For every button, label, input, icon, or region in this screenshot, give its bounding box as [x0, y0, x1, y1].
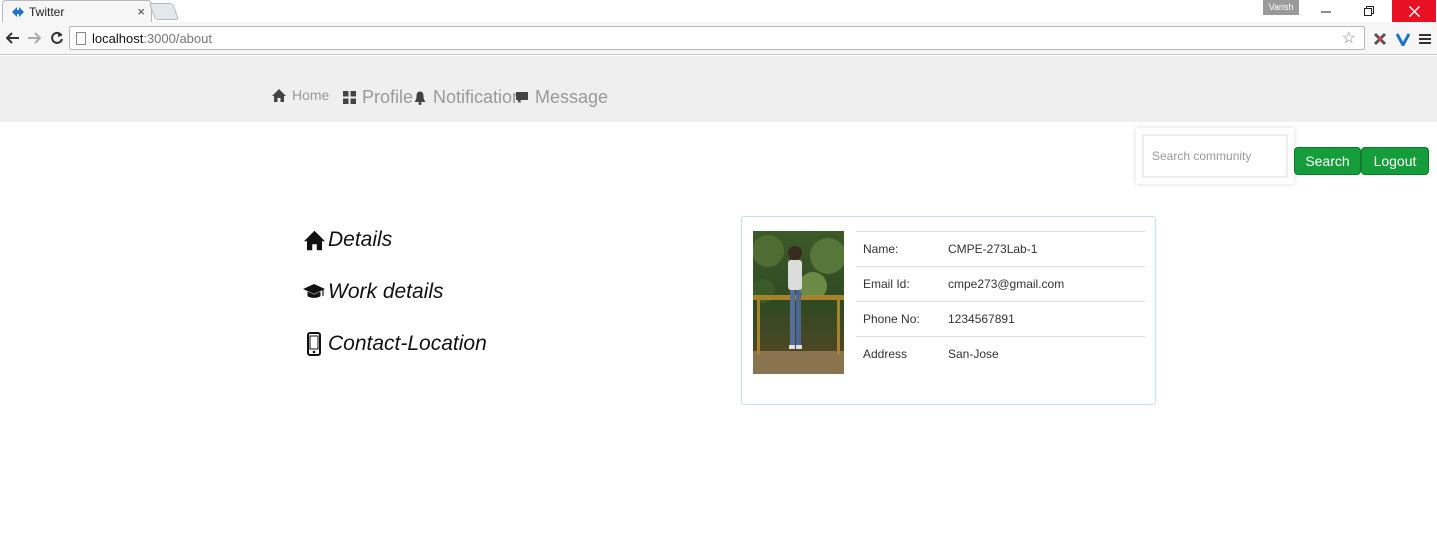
nav-profile-label: Profile — [362, 87, 414, 107]
nav-notification-label: Notification — [433, 87, 523, 107]
menu-details-label: Details — [328, 228, 393, 251]
browser-titlebar: Twitter × Varish — [0, 0, 1437, 22]
address-value: San-Jose — [948, 347, 999, 361]
nav-message-label: Message — [535, 87, 609, 107]
home-icon — [303, 228, 325, 252]
name-label: Name: — [863, 242, 899, 256]
browser-menu-icon[interactable] — [1416, 30, 1434, 48]
mobile-phone-icon — [303, 332, 325, 356]
graduation-cap-icon — [303, 280, 325, 304]
profile-info-table: Name: CMPE-273Lab-1 Email Id: cmpe273@gm… — [856, 231, 1145, 371]
page-icon — [76, 31, 86, 45]
tab-title: Twitter — [29, 4, 65, 19]
table-row: Email Id: cmpe273@gmail.com — [856, 266, 1145, 301]
nav-notification[interactable]: Notification — [412, 87, 522, 108]
menu-details[interactable]: Details — [303, 228, 392, 252]
window-close-icon[interactable] — [1392, 0, 1436, 22]
nav-message[interactable]: Message — [514, 87, 608, 108]
new-tab-button[interactable] — [148, 3, 180, 20]
comment-icon — [514, 90, 530, 106]
menu-contact-location[interactable]: Contact-Location — [303, 332, 487, 356]
profile-photo — [753, 231, 844, 374]
back-arrow-icon[interactable] — [3, 28, 23, 48]
twitter-favicon-icon — [11, 5, 25, 19]
name-value: CMPE-273Lab-1 — [948, 242, 1038, 256]
reload-icon[interactable] — [47, 28, 67, 48]
search-button[interactable]: Search — [1294, 147, 1361, 175]
nav-home-label: Home — [292, 87, 330, 103]
home-icon — [271, 87, 287, 103]
bookmark-star-icon[interactable]: ☆ — [1342, 28, 1356, 48]
v-extension-icon[interactable] — [1394, 30, 1412, 48]
search-input[interactable] — [1142, 134, 1288, 178]
phone-label: Phone No: — [863, 312, 920, 326]
menu-contact-label: Contact-Location — [328, 332, 487, 355]
restore-icon[interactable] — [1347, 0, 1391, 22]
app-navbar: Home Profile Notification Message — [0, 56, 1437, 122]
grid-icon — [341, 90, 357, 106]
menu-work-details[interactable]: Work details — [303, 280, 444, 304]
user-badge[interactable]: Varish — [1263, 0, 1299, 15]
nav-profile[interactable]: Profile — [341, 87, 413, 108]
logout-button[interactable]: Logout — [1361, 147, 1429, 175]
address-bar[interactable]: localhost:3000/about ☆ — [69, 26, 1365, 50]
url-path: :3000/about — [143, 30, 212, 46]
table-row: Name: CMPE-273Lab-1 — [856, 231, 1145, 266]
profile-card: Name: CMPE-273Lab-1 Email Id: cmpe273@gm… — [741, 216, 1156, 405]
nav-home[interactable]: Home — [271, 87, 329, 103]
browser-toolbar: localhost:3000/about ☆ — [0, 22, 1437, 55]
url-host: localhost — [92, 30, 144, 46]
browser-tab[interactable]: Twitter × — [2, 0, 152, 22]
table-row: Phone No: 1234567891 — [856, 301, 1145, 336]
table-row: Address San-Jose — [856, 336, 1145, 371]
search-container — [1136, 128, 1294, 184]
address-label: Address — [863, 347, 908, 361]
forward-arrow-icon[interactable] — [24, 28, 44, 48]
extension-icon[interactable] — [1371, 30, 1389, 48]
tab-close-icon[interactable]: × — [137, 4, 145, 19]
bell-icon — [412, 90, 428, 106]
phone-value: 1234567891 — [948, 312, 1015, 326]
menu-work-label: Work details — [328, 280, 444, 303]
email-value: cmpe273@gmail.com — [948, 277, 1065, 291]
email-label: Email Id: — [863, 277, 910, 291]
minimize-icon[interactable] — [1304, 0, 1348, 22]
